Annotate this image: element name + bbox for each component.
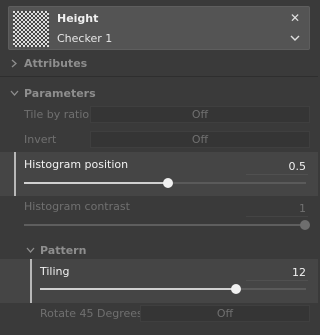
close-icon[interactable]: ✕ [290,12,300,24]
invert-label: Invert [24,133,57,146]
tiling-track[interactable] [236,288,306,290]
histogram-contrast-slider-handle [300,220,310,230]
chevron-down-icon[interactable] [290,34,300,42]
section-pattern[interactable]: Pattern [26,244,86,257]
histogram-position-slider-handle[interactable] [163,178,173,188]
section-attributes-label: Attributes [24,57,88,70]
tiling-value[interactable]: 12 [246,266,306,279]
node-header: Height Checker 1 ✕ [8,6,310,50]
tiling-slider-handle[interactable] [231,284,241,294]
row-highlight-bar [14,152,16,196]
divider [0,76,318,77]
histogram-position-value[interactable]: 0.5 [246,160,307,173]
chevron-down-icon [26,247,35,253]
section-pattern-label: Pattern [40,244,87,257]
histogram-contrast-value: 1 [299,202,306,215]
histogram-position-label: Histogram position [24,158,129,171]
checker-thumbnail-icon [13,11,49,47]
histogram-position-track[interactable] [168,182,306,184]
chevron-down-icon [10,90,19,96]
section-attributes[interactable]: Attributes [10,57,87,70]
node-title: Height [57,12,99,25]
rotate-45-toggle[interactable]: Off [140,305,310,322]
section-parameters[interactable]: Parameters [10,87,96,100]
tiling-label: Tiling [40,265,70,278]
row-highlight-bar [30,259,32,303]
value-underline [246,216,308,217]
chevron-right-icon [11,59,17,68]
tile-by-ratio-label: Tile by ratio [24,108,90,121]
tile-by-ratio-toggle[interactable]: Off [90,106,310,123]
value-underline [246,280,308,281]
section-parameters-label: Parameters [24,87,96,100]
rotate-45-label: Rotate 45 Degrees [40,307,143,320]
invert-toggle[interactable]: Off [90,131,310,148]
tiling-fill [40,288,236,290]
histogram-position-fill [24,182,168,184]
value-underline [246,174,308,175]
histogram-contrast-label: Histogram contrast [24,200,130,213]
node-selector[interactable]: Checker 1 [57,32,112,45]
histogram-contrast-track [24,224,304,226]
